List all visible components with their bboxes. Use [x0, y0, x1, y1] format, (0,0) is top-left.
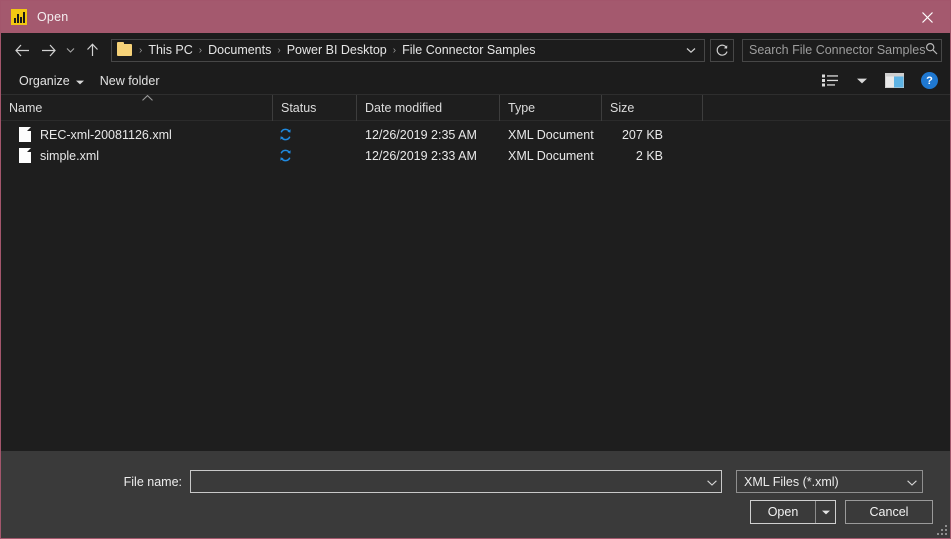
filename-row: File name: XML Files (*.xml) [1, 470, 950, 493]
address-bar[interactable]: › This PC › Documents › Power BI Desktop… [111, 38, 705, 62]
breadcrumb-item-this-pc[interactable]: This PC [145, 43, 195, 57]
breadcrumb-item-power-bi-desktop[interactable]: Power BI Desktop [284, 43, 390, 57]
dialog-footer: File name: XML Files (*.xml) Open Cancel [1, 451, 950, 538]
file-name-cell[interactable]: simple.xml [1, 148, 273, 163]
column-header-row: Name Status Date modified Type Size [1, 94, 950, 121]
close-icon[interactable] [904, 1, 950, 33]
column-header-type[interactable]: Type [500, 95, 602, 121]
file-type-cell: XML Document [508, 127, 594, 142]
open-dropdown-chevron-down-icon[interactable] [815, 501, 835, 523]
column-header-status[interactable]: Status [273, 95, 357, 121]
up-icon[interactable] [79, 37, 105, 63]
file-size-cell: 2 KB [635, 148, 663, 163]
new-folder-button[interactable]: New folder [92, 69, 168, 93]
sync-icon [273, 149, 357, 162]
organize-button[interactable]: Organize [11, 69, 92, 93]
search-input[interactable]: Search File Connector Samples [742, 38, 942, 62]
navigation-bar: › This PC › Documents › Power BI Desktop… [1, 33, 950, 67]
search-placeholder: Search File Connector Samples [749, 43, 926, 57]
address-chevron-down-icon[interactable] [678, 41, 702, 59]
file-type-select[interactable]: XML Files (*.xml) [736, 470, 923, 493]
file-name-cell[interactable]: REC-xml-20081126.xml [1, 127, 273, 142]
column-header-date-modified[interactable]: Date modified [357, 95, 500, 121]
breadcrumb-item-file-connector-samples[interactable]: File Connector Samples [399, 43, 538, 57]
column-header-name[interactable]: Name [1, 95, 273, 121]
back-icon[interactable] [9, 37, 35, 63]
file-type-cell: XML Document [508, 148, 594, 163]
file-type-value: XML Files (*.xml) [744, 474, 839, 489]
filename-chevron-down-icon[interactable] [707, 475, 717, 489]
column-header-size[interactable]: Size [602, 95, 703, 121]
forward-icon[interactable] [35, 37, 61, 63]
recent-locations-chevron-down-icon[interactable] [61, 37, 79, 63]
breadcrumb-separator: › [198, 44, 203, 56]
help-button[interactable]: ? [921, 72, 938, 89]
toolbar-right-group: ? [815, 69, 940, 93]
chevron-down-icon [75, 74, 84, 88]
open-button[interactable]: Open [750, 500, 836, 524]
powerbi-icon [11, 9, 27, 25]
folder-icon [117, 42, 132, 56]
file-type-chevron-down-icon[interactable] [907, 475, 917, 489]
command-toolbar: Organize New folder ? [1, 67, 950, 95]
filename-label: File name: [123, 474, 182, 489]
filename-input[interactable] [190, 470, 722, 493]
window-title: Open [37, 10, 69, 24]
view-chevron-down-icon[interactable] [847, 69, 877, 93]
cancel-button[interactable]: Cancel [845, 500, 933, 524]
breadcrumb-separator: › [392, 44, 397, 56]
table-row[interactable]: simple.xml 12/26/2019 2:33 AM XML Docume… [1, 145, 950, 166]
breadcrumb-separator: › [139, 44, 143, 56]
breadcrumb-separator: › [277, 44, 281, 56]
new-folder-label: New folder [99, 73, 160, 88]
file-name-label: simple.xml [40, 148, 100, 163]
dialog-buttons: Open Cancel [750, 500, 933, 524]
search-icon[interactable] [925, 42, 938, 58]
open-file-dialog: Open › This PC › Documents › Power BI De… [0, 0, 951, 539]
xml-document-icon [19, 127, 31, 142]
resize-grip[interactable] [935, 523, 947, 535]
file-name-label: REC-xml-20081126.xml [40, 127, 172, 142]
refresh-icon[interactable] [710, 38, 734, 62]
organize-label: Organize [19, 73, 70, 88]
sync-icon [273, 128, 357, 141]
file-list[interactable]: REC-xml-20081126.xml 12/26/2019 2:35 AM … [1, 121, 950, 451]
file-date-cell: 12/26/2019 2:33 AM [365, 148, 477, 163]
title-bar: Open [1, 1, 950, 33]
file-date-cell: 12/26/2019 2:35 AM [365, 127, 477, 142]
table-row[interactable]: REC-xml-20081126.xml 12/26/2019 2:35 AM … [1, 124, 950, 145]
preview-pane-icon[interactable] [879, 69, 909, 93]
xml-document-icon [19, 148, 31, 163]
list-view-icon[interactable] [815, 69, 845, 93]
breadcrumb-item-documents[interactable]: Documents [205, 43, 274, 57]
open-button-label[interactable]: Open [751, 501, 815, 523]
file-size-cell: 207 KB [621, 127, 663, 142]
